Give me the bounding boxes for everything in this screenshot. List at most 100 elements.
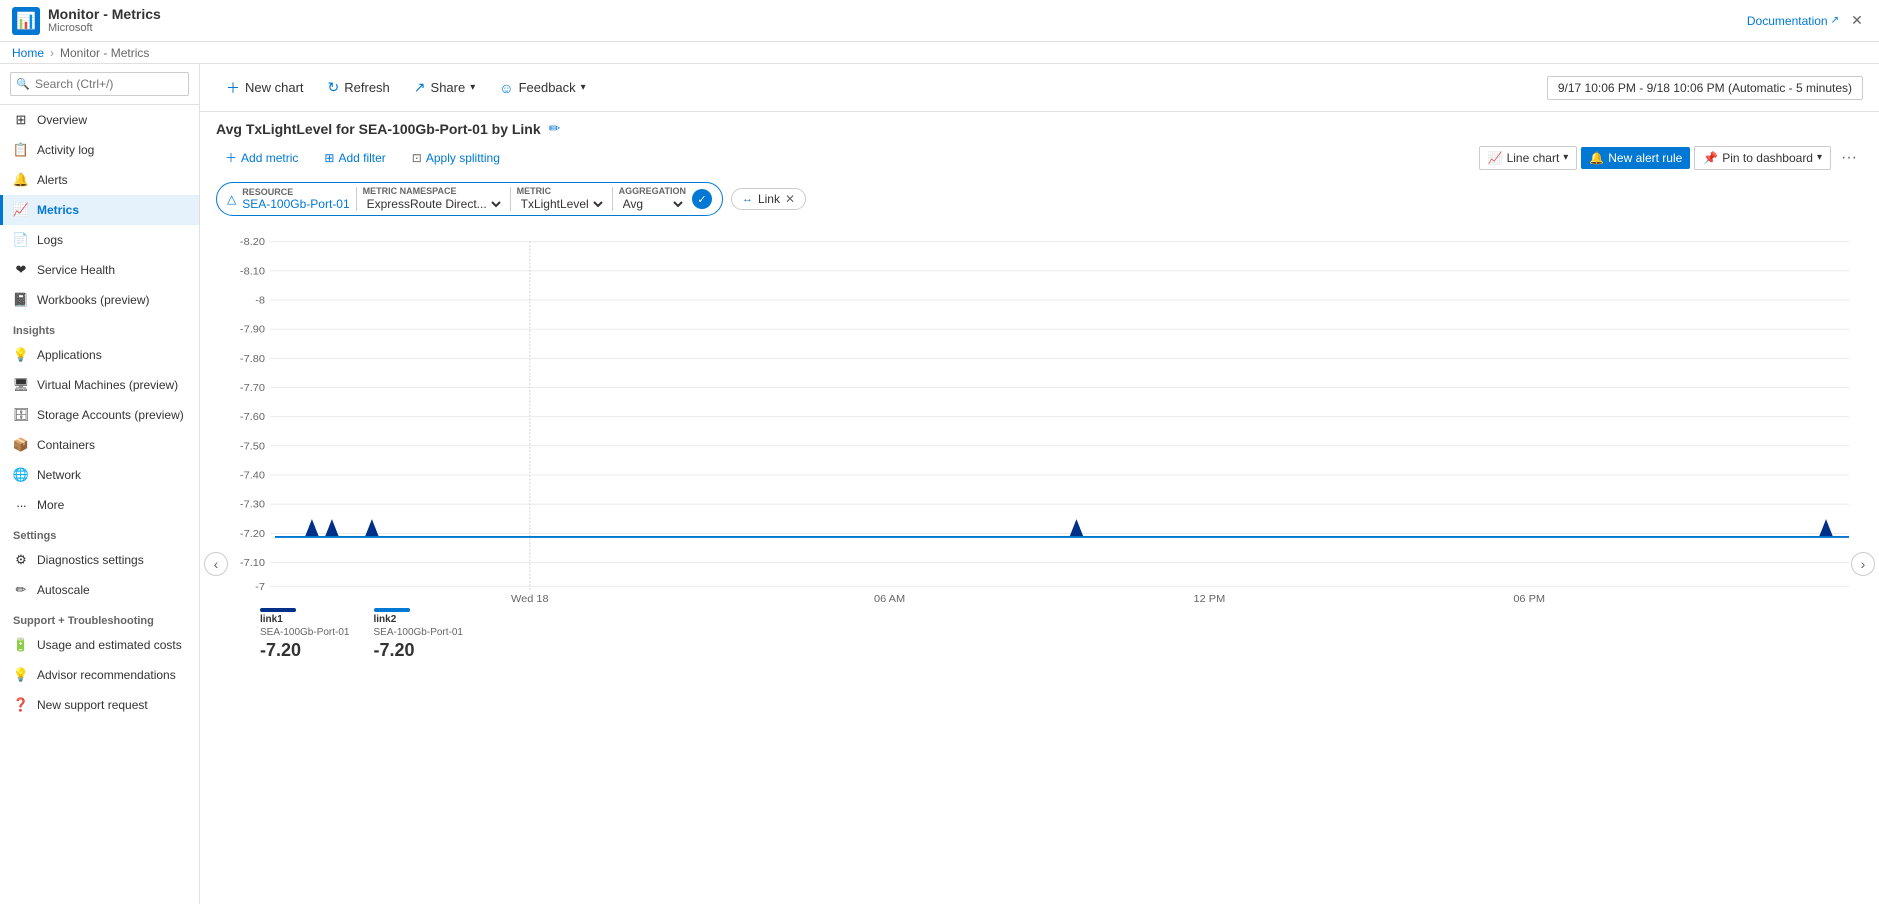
sidebar-label-service-health: Service Health [37,263,115,277]
feedback-button[interactable]: ☺ Feedback ▾ [489,75,595,101]
legend-sub-link2: SEA-100Gb-Port-01 [374,627,464,638]
metrics-icon: 📈 [13,202,29,218]
more-icon: ··· [13,497,29,513]
pill-sep1 [356,187,357,211]
add-metric-icon: ＋ [225,149,237,166]
sidebar-item-storage-accounts[interactable]: 🗄 Storage Accounts (preview) [0,400,199,430]
refresh-button[interactable]: ↻ Refresh [318,74,400,101]
sidebar-item-autoscale[interactable]: ✏ Autoscale [0,575,199,605]
sidebar-label-diagnostics: Diagnostics settings [37,553,144,567]
line-chart-icon: 📈 [1488,151,1503,165]
svg-text:12 PM: 12 PM [1194,595,1226,604]
sidebar-label-logs: Logs [37,233,63,247]
apply-splitting-button[interactable]: ⊡ Apply splitting [403,147,509,169]
svg-text:06 AM: 06 AM [874,595,905,604]
aggregation-field: AGGREGATION Avg [619,186,686,212]
sidebar: 🔍 ⊞ Overview 📋 Activity log 🔔 Alerts 📈 M… [0,64,200,904]
sidebar-item-workbooks[interactable]: 📓 Workbooks (preview) [0,285,199,315]
chart-title: Avg TxLightLevel for SEA-100Gb-Port-01 b… [216,121,541,137]
sidebar-label-autoscale: Autoscale [37,583,90,597]
documentation-link[interactable]: Documentation ↗ [1747,14,1839,28]
svg-text:-7.80: -7.80 [240,354,265,364]
namespace-label: METRIC NAMESPACE [363,186,504,196]
svg-text:-7.70: -7.70 [240,384,265,394]
autoscale-icon: ✏ [13,582,29,598]
sidebar-label-overview: Overview [37,113,87,127]
support-request-icon: ❓ [13,697,29,713]
chart-nav-left[interactable]: ‹ [204,552,228,576]
svg-text:Wed 18: Wed 18 [511,595,549,604]
sidebar-search-container: 🔍 [0,64,199,105]
svg-text:-8.20: -8.20 [240,238,265,248]
content-area: ＋ New chart ↻ Refresh ↗ Share ▾ ☺ Feedba… [200,64,1879,904]
sidebar-item-advisor[interactable]: 💡 Advisor recommendations [0,660,199,690]
svg-text:-7.10: -7.10 [240,559,265,569]
refresh-icon: ↻ [328,79,340,96]
pin-icon: 📌 [1703,151,1718,165]
namespace-field: METRIC NAMESPACE ExpressRoute Direct... [363,186,504,212]
app-title-group: Monitor - Metrics Microsoft [48,7,161,34]
breadcrumb-current: Monitor - Metrics [60,46,149,60]
share-button[interactable]: ↗ Share ▾ [404,74,485,101]
chart-nav-right[interactable]: › [1851,552,1875,576]
edit-title-button[interactable]: ✏ [549,120,561,137]
workbooks-icon: 📓 [13,292,29,308]
metric-confirm-button[interactable]: ✓ [692,189,712,209]
line-chart-button[interactable]: 📈 Line chart ▾ [1479,146,1578,170]
sidebar-item-usage-costs[interactable]: 🔋 Usage and estimated costs [0,630,199,660]
support-section-label: Support + Troubleshooting [0,605,199,630]
sidebar-item-more[interactable]: ··· More [0,490,199,520]
sidebar-label-applications: Applications [37,348,102,362]
app-subtitle: Microsoft [48,22,161,34]
sidebar-label-storage-accounts: Storage Accounts (preview) [37,408,184,422]
split-link-tag[interactable]: ↔ Link ✕ [731,188,806,210]
close-button[interactable]: ✕ [1847,11,1867,31]
network-icon: 🌐 [13,467,29,483]
new-chart-icon: ＋ [226,78,240,98]
sidebar-item-containers[interactable]: 📦 Containers [0,430,199,460]
legend-value-link1: -7.20 [260,640,350,661]
add-filter-button[interactable]: ⊞ Add filter [315,147,394,169]
add-metric-button[interactable]: ＋ Add metric [216,145,307,170]
sidebar-item-virtual-machines[interactable]: 🖥 Virtual Machines (preview) [0,370,199,400]
chart-title-area: Avg TxLightLevel for SEA-100Gb-Port-01 b… [200,112,1879,141]
chart-svg: -8.20 -8.10 -8 -7.90 -7.80 -7.70 -7.60 -… [210,224,1869,604]
resource-value[interactable]: SEA-100Gb-Port-01 [242,197,349,211]
time-range-button[interactable]: 9/17 10:06 PM - 9/18 10:06 PM (Automatic… [1547,76,1863,100]
metric-select[interactable]: TxLightLevel [517,196,606,212]
app-logo: 📊 [12,7,40,35]
svg-text:-7.90: -7.90 [240,325,265,335]
sidebar-item-logs[interactable]: 📄 Logs [0,225,199,255]
sidebar-item-metrics[interactable]: 📈 Metrics [0,195,199,225]
legend-item-link2: link2 SEA-100Gb-Port-01 -7.20 [374,608,464,661]
share-icon: ↗ [414,79,426,96]
sidebar-item-overview[interactable]: ⊞ Overview [0,105,199,135]
sidebar-item-support-request[interactable]: ❓ New support request [0,690,199,720]
sidebar-item-applications[interactable]: 💡 Applications [0,340,199,370]
chart-legend: link1 SEA-100Gb-Port-01 -7.20 link2 SEA-… [200,604,1879,665]
link-tag-close[interactable]: ✕ [785,192,795,206]
sidebar-item-diagnostics[interactable]: ⚙ Diagnostics settings [0,545,199,575]
sidebar-label-activity-log: Activity log [37,143,94,157]
add-filter-icon: ⊞ [324,151,334,165]
namespace-select[interactable]: ExpressRoute Direct... [363,196,504,212]
aggregation-select[interactable]: Avg [619,196,686,212]
sidebar-item-alerts[interactable]: 🔔 Alerts [0,165,199,195]
sidebar-item-network[interactable]: 🌐 Network [0,460,199,490]
legend-color-link2 [374,608,410,612]
more-options-button[interactable]: ··· [1835,147,1863,169]
sidebar-item-service-health[interactable]: ❤ Service Health [0,255,199,285]
breadcrumb-sep1: › [50,46,54,60]
new-alert-rule-button[interactable]: 🔔 New alert rule [1581,147,1690,169]
legend-item-link1: link1 SEA-100Gb-Port-01 -7.20 [260,608,350,661]
pin-to-dashboard-button[interactable]: 📌 Pin to dashboard ▾ [1694,146,1831,170]
sidebar-item-activity-log[interactable]: 📋 Activity log [0,135,199,165]
pill-sep2 [510,187,511,211]
legend-name-link1: link1 [260,614,350,625]
insights-section-label: Insights [0,315,199,340]
new-chart-button[interactable]: ＋ New chart [216,73,314,103]
legend-color-link1 [260,608,296,612]
right-chart-actions: 📈 Line chart ▾ 🔔 New alert rule 📌 Pin to… [1479,146,1863,170]
breadcrumb-home[interactable]: Home [12,46,44,60]
search-input[interactable] [10,72,189,96]
